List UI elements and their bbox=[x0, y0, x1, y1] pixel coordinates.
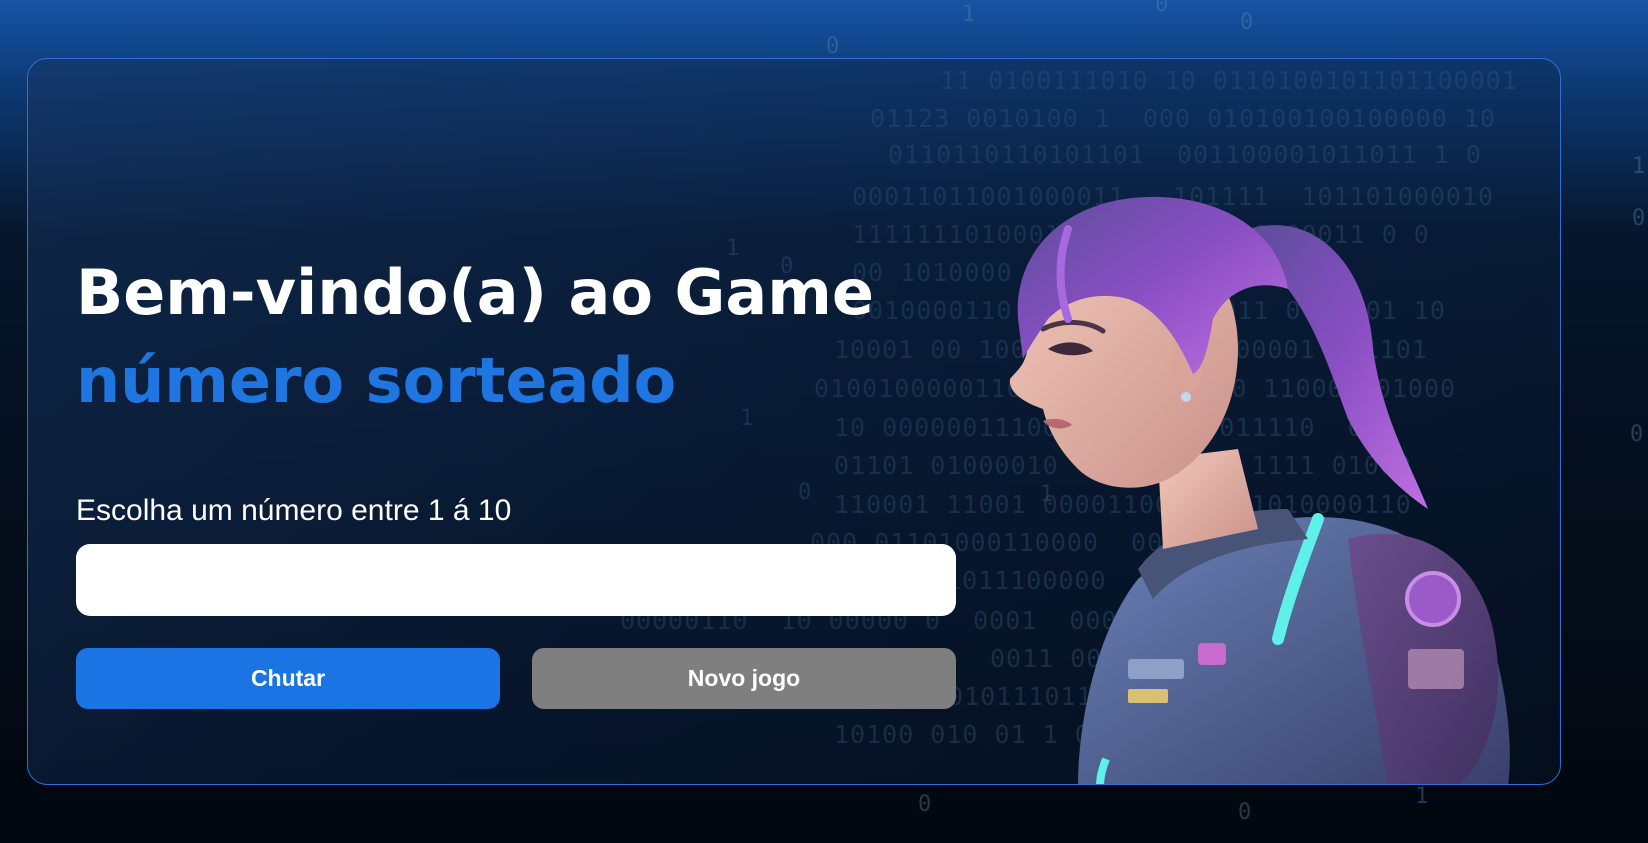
binary-digit: 1 bbox=[1415, 784, 1429, 809]
character-illustration bbox=[1009, 196, 1510, 784]
shoulder-emblem bbox=[1405, 571, 1461, 627]
chest-badge-pink bbox=[1198, 643, 1226, 665]
binary-digit: 0 bbox=[1155, 0, 1169, 17]
binary-digit: 0 bbox=[1238, 800, 1252, 825]
binary-digit: 1 bbox=[1632, 154, 1646, 179]
binary-digit: 0 bbox=[1632, 206, 1646, 231]
binary-digit: 0 bbox=[826, 34, 840, 59]
sleeve-patch bbox=[1408, 649, 1464, 689]
chest-badge-gold bbox=[1128, 689, 1168, 703]
guess-button[interactable]: Chutar bbox=[76, 648, 500, 709]
binary-digit: 0 bbox=[918, 792, 932, 817]
page-subtitle: número sorteado bbox=[76, 344, 677, 417]
guess-input[interactable] bbox=[76, 544, 956, 616]
earring bbox=[1181, 392, 1191, 402]
binary-digit: 0 bbox=[1240, 10, 1254, 35]
game-card: Bem-vindo(a) ao Game número sorteado Esc… bbox=[27, 58, 1561, 785]
guess-prompt-label: Escolha um número entre 1 á 10 bbox=[76, 494, 512, 527]
binary-digit: 0 bbox=[1630, 422, 1644, 447]
binary-digit: 1 bbox=[962, 2, 976, 27]
chest-badge bbox=[1128, 659, 1184, 679]
new-game-button[interactable]: Novo jogo bbox=[532, 648, 956, 709]
page-title: Bem-vindo(a) ao Game bbox=[76, 256, 874, 329]
